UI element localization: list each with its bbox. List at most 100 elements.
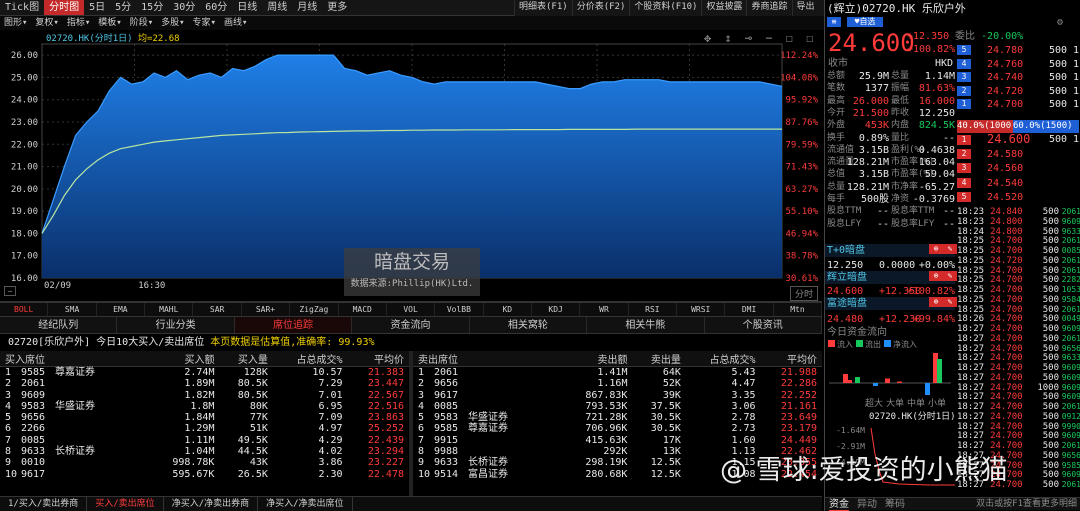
- bid-row[interactable]: 3 24.560: [957, 162, 1080, 175]
- sub-tab[interactable]: 相关牛熊: [587, 317, 705, 333]
- collapse-icon[interactable]: −: [4, 286, 16, 296]
- indicator-tab[interactable]: SAR+: [242, 303, 291, 316]
- bid-row[interactable]: 1 24.600 500 1: [957, 133, 1080, 146]
- ask-row[interactable]: 4 24.760 500 1: [957, 58, 1080, 71]
- chart-tool-icons[interactable]: ✥ ↕ ⊸ − ☐ ☐: [704, 31, 816, 45]
- table-row[interactable]: 5 9656 1.84M 77K 7.09 23.863: [0, 412, 409, 423]
- top-tab[interactable]: 权益披露: [701, 0, 746, 16]
- sub-tab[interactable]: 行业分类: [117, 317, 235, 333]
- sub-tab[interactable]: 相关窝轮: [470, 317, 588, 333]
- table-row[interactable]: 3 9609 1.82M 80.5K 7.01 22.567: [0, 390, 409, 401]
- period-tab[interactable]: Tick图: [0, 0, 44, 15]
- table-row[interactable]: 9 0010 998.78K 43K 3.86 23.227: [0, 457, 409, 468]
- period-tab[interactable]: 5分: [110, 0, 136, 15]
- edit-icon[interactable]: ✎: [943, 244, 957, 254]
- stat-label: 振幅: [891, 83, 910, 94]
- top-tab[interactable]: 个股资料(F10): [629, 0, 701, 16]
- top-tab[interactable]: 券商追踪: [746, 0, 791, 16]
- indicator-tab[interactable]: DMI: [725, 303, 774, 316]
- table-row[interactable]: 4 0085 793.53K 37.5K 3.06 21.161: [413, 401, 822, 412]
- bid-row[interactable]: 4 24.540: [957, 177, 1080, 190]
- tick-price: 24.840: [990, 207, 1023, 217]
- indicator-tab[interactable]: MACD: [339, 303, 387, 316]
- table-row[interactable]: 1 2061 1.41M 64K 5.43 21.988: [413, 367, 822, 379]
- bid-row[interactable]: 2 24.580: [957, 148, 1080, 161]
- tick-row: 18:25 24.700 500 0085: [957, 246, 1080, 256]
- indicator-tab[interactable]: WRSI: [677, 303, 726, 316]
- bottom-tab[interactable]: 净买入/净卖出券商: [164, 497, 259, 511]
- period-tab[interactable]: 分时图: [44, 0, 85, 15]
- period-tab[interactable]: 15分: [136, 0, 168, 15]
- zoom-icon[interactable]: ⊕: [929, 271, 943, 281]
- self-select-button[interactable]: ♥自选: [847, 17, 884, 27]
- period-tab[interactable]: 周线: [262, 0, 292, 15]
- indicator-tab[interactable]: EMA: [97, 303, 146, 316]
- period-tab[interactable]: 更多: [322, 0, 352, 15]
- edit-icon[interactable]: ✎: [943, 297, 957, 307]
- period-tab[interactable]: 30分: [168, 0, 200, 15]
- tick-volume: 500: [1042, 470, 1059, 481]
- indicator-tab[interactable]: SMA: [48, 303, 97, 316]
- table-row[interactable]: 6 9585 尊嘉证券 706.96K 30.5K 2.73 23.179: [413, 423, 822, 434]
- toolbar-menu[interactable]: 画线▾: [220, 16, 251, 30]
- ask-row[interactable]: 5 24.780 500 1: [957, 44, 1080, 57]
- ask-row[interactable]: 3 24.740 500 1: [957, 71, 1080, 84]
- period-button[interactable]: 分时: [790, 286, 819, 301]
- quote-bottom-tab[interactable]: 异动: [857, 499, 877, 510]
- table-row[interactable]: 2 2061 1.89M 80.5K 7.29 23.447: [0, 378, 409, 389]
- table-row[interactable]: 10 9617 595.67K 26.5K 2.30 22.478: [0, 469, 409, 480]
- indicator-tab[interactable]: SAR: [193, 303, 242, 316]
- table-row[interactable]: 3 9617 867.83K 39K 3.35 22.252: [413, 390, 822, 401]
- sub-tab[interactable]: 个股资讯: [705, 317, 822, 333]
- indicator-tab[interactable]: ZigZag: [290, 303, 339, 316]
- gear-icon[interactable]: ⚙: [1057, 16, 1063, 29]
- sub-tab[interactable]: 席位追踪: [234, 317, 353, 333]
- table-row[interactable]: 6 2266 1.29M 51K 4.97 25.252: [0, 423, 409, 434]
- top-tab[interactable]: 分价表(F2): [571, 0, 630, 16]
- indicator-tab[interactable]: VolBB: [435, 303, 484, 316]
- indicator-tab[interactable]: KDJ: [532, 303, 581, 316]
- toolbar-menu[interactable]: 多股▾: [157, 16, 188, 30]
- indicator-tab[interactable]: BOLL: [0, 303, 49, 316]
- bid-row[interactable]: 5 24.520: [957, 191, 1080, 204]
- bottom-tab[interactable]: 买入/卖出席位: [87, 497, 164, 511]
- zoom-icon[interactable]: ⊕: [929, 244, 943, 254]
- ask-row[interactable]: 1 24.700 500 1: [957, 98, 1080, 111]
- top-tab[interactable]: 导出: [791, 0, 819, 16]
- quote-bottom-tab[interactable]: 资金: [829, 499, 849, 511]
- sub-tab[interactable]: 资金流向: [352, 317, 470, 333]
- table-row[interactable]: 5 9583 华盛证券 721.28K 30.5K 2.78 23.649: [413, 412, 822, 423]
- indicator-tab[interactable]: RSI: [629, 303, 678, 316]
- menu-icon[interactable]: ≡: [827, 17, 841, 27]
- toolbar-menu[interactable]: 模板▾: [94, 16, 125, 30]
- top-tab[interactable]: 明细表(F1): [514, 0, 572, 16]
- period-tab[interactable]: 月线: [292, 0, 322, 15]
- tick-price: 24.700: [990, 294, 1023, 305]
- table-row[interactable]: 7 9915 415.63K 17K 1.60 24.449: [413, 435, 822, 446]
- period-tab[interactable]: 日线: [232, 0, 262, 15]
- sub-tab[interactable]: 经纪队列: [0, 317, 118, 333]
- zoom-icon[interactable]: ⊕: [929, 297, 943, 307]
- quote-bottom-tab[interactable]: 筹码: [885, 499, 905, 510]
- indicator-tab[interactable]: VOL: [387, 303, 436, 316]
- toolbar-menu[interactable]: 专家▾: [189, 16, 220, 30]
- toolbar-menu[interactable]: 阶段▾: [126, 16, 157, 30]
- indicator-tab[interactable]: WR: [580, 303, 629, 316]
- period-tab[interactable]: 60分: [200, 0, 232, 15]
- toolbar-menu[interactable]: 复权▾: [31, 16, 62, 30]
- toolbar-menu[interactable]: 图形▾: [0, 16, 31, 30]
- table-row[interactable]: 8 9633 长桥证券 1.04M 44.5K 4.02 23.294: [0, 446, 409, 457]
- indicator-tab[interactable]: Mtn: [774, 303, 823, 316]
- indicator-tab[interactable]: KD: [484, 303, 532, 316]
- indicator-tab[interactable]: MAHL: [145, 303, 194, 316]
- bottom-tab[interactable]: 净买入/净卖出席位: [258, 497, 353, 511]
- table-row[interactable]: 2 9656 1.16M 52K 4.47 22.286: [413, 378, 822, 389]
- period-tab[interactable]: 5日: [84, 0, 110, 15]
- table-row[interactable]: 7 0085 1.11M 49.5K 4.29 22.439: [0, 435, 409, 446]
- edit-icon[interactable]: ✎: [943, 271, 957, 281]
- table-row[interactable]: 1 9585 尊嘉证券 2.74M 128K 10.57 21.383: [0, 367, 409, 379]
- toolbar-menu[interactable]: 指标▾: [63, 16, 94, 30]
- bottom-tab[interactable]: 1/买入/卖出券商: [0, 497, 88, 511]
- ask-row[interactable]: 2 24.720 500 1: [957, 85, 1080, 98]
- table-row[interactable]: 4 9583 华盛证券 1.8M 80K 6.95 22.516: [0, 401, 409, 412]
